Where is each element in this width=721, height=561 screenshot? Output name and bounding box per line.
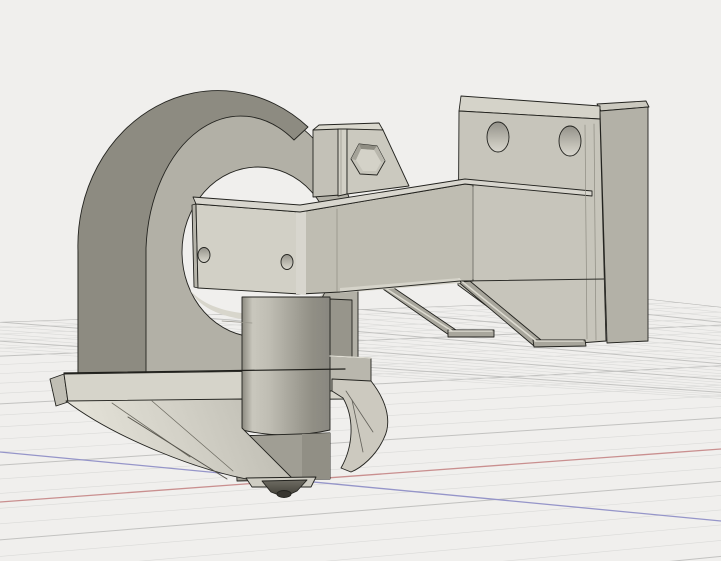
mount-plate-hole-right[interactable]	[558, 125, 582, 157]
nozzle-tip[interactable]	[276, 490, 292, 498]
heatsink-cylinder[interactable]	[241, 296, 331, 436]
nut-tower-left-face[interactable]	[312, 128, 341, 198]
arm-left-face[interactable]	[195, 203, 301, 295]
viewport-canvas[interactable]	[0, 0, 721, 561]
nut-tower-corner-fillet[interactable]	[337, 128, 348, 197]
backing-plate-side-face[interactable]	[599, 106, 649, 344]
arm-corner-fillet[interactable]	[296, 206, 306, 295]
cad-viewport	[0, 0, 721, 561]
heater-block-right-shade[interactable]	[302, 433, 330, 480]
arm-hole-left[interactable]	[197, 247, 211, 263]
arm-hole-right[interactable]	[280, 254, 294, 270]
mount-plate-hole-left[interactable]	[486, 121, 510, 153]
